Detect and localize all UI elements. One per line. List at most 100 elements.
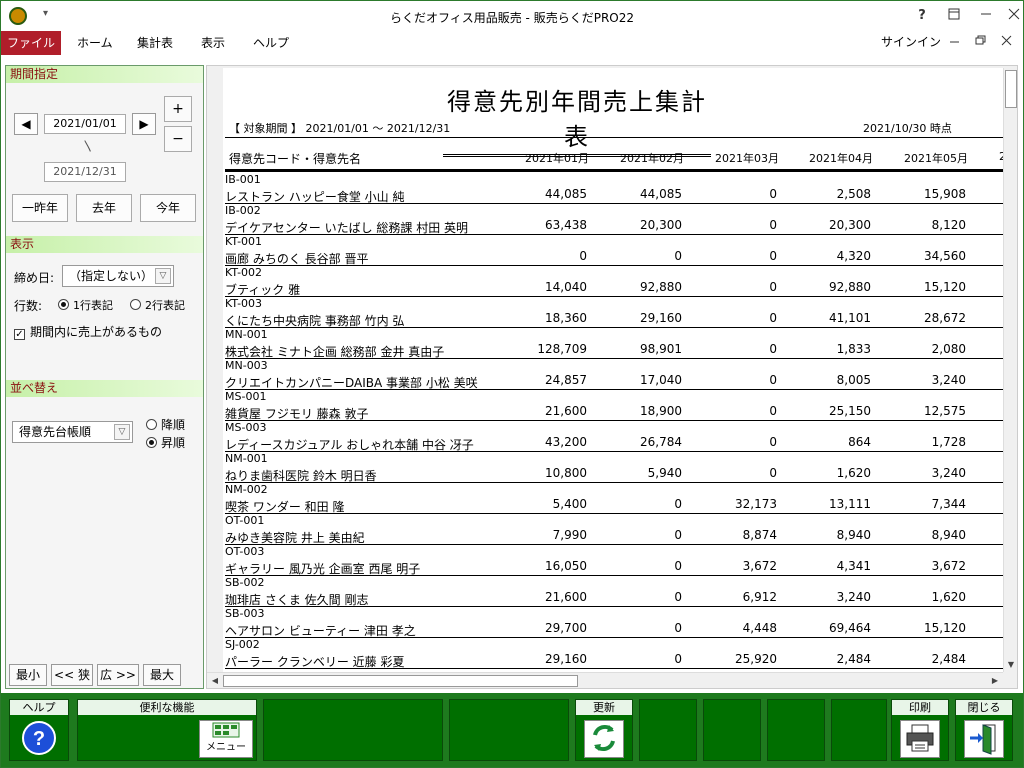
horizontal-scrollbar[interactable]: ◀ ▶ (207, 672, 1003, 688)
help-question-button[interactable]: ? (909, 5, 935, 27)
minimize-window-icon[interactable] (973, 5, 999, 27)
child-restore-icon[interactable] (975, 33, 987, 50)
zoom-wide-button[interactable]: 広 >> (97, 664, 139, 686)
close-window-icon[interactable] (1001, 5, 1023, 27)
zoom-max-button[interactable]: 最大 (143, 664, 181, 686)
monthly-sales-cell: 92,880 (829, 280, 871, 294)
monthly-sales-cell: 5,400 (552, 497, 587, 511)
ascending-radio[interactable]: 昇順 (146, 434, 185, 451)
monthly-sales-cell: 44,085 (640, 187, 682, 201)
row-count-label: 行数: (14, 299, 43, 313)
closing-day-select[interactable]: （指定しない） ▽ (62, 265, 174, 287)
customer-code: MS-003 (225, 421, 267, 434)
help-function-button[interactable]: ヘルプ ? (9, 699, 69, 761)
monthly-sales-cell: 43,200 (545, 435, 587, 449)
closing-day-label: 締め日: (14, 271, 55, 285)
table-row: KT-003 くにたち中央病院 事務部 竹内 弘 18,360 29,160 0 41,1… (225, 297, 1003, 328)
monthly-sales-cell: 15,120 (924, 280, 966, 294)
minus-button[interactable]: − (164, 126, 192, 152)
table-row: MN-003 クリエイトカンパニーDAIBA 事業部 小松 美咲 24,857 17,… (225, 359, 1003, 390)
monthly-sales-cell: 0 (769, 373, 777, 387)
monthly-sales-cell: 34,560 (924, 249, 966, 263)
monthly-sales-cell: 3,672 (742, 559, 777, 573)
closing-day-value: （指定しない） (69, 269, 154, 283)
this-year-button[interactable]: 今年 (140, 194, 196, 222)
date-to-field[interactable]: 2021/12/31 (44, 162, 126, 182)
tools-function-button[interactable]: 便利な機能 メニュー (77, 699, 257, 761)
sort-order-value: 得意先台帳順 (19, 425, 92, 439)
monthly-sales-cell: 0 (674, 590, 682, 604)
print-function-button[interactable]: 印刷 (891, 699, 949, 761)
customer-name: クリエイトカンパニーDAIBA 事業部 小松 美咲 (225, 376, 478, 390)
vertical-scroll-thumb[interactable] (1005, 70, 1017, 108)
refresh-icon (584, 720, 624, 758)
customer-code: MN-001 (225, 328, 268, 341)
function-key-bar: ヘルプ ? 便利な機能 メニュー 更新 印刷 閉じる (1, 693, 1023, 767)
refresh-function-button[interactable]: 更新 (575, 699, 633, 761)
monthly-sales-cell: 7,344 (931, 497, 966, 511)
chevron-down-icon: ▽ (114, 424, 130, 440)
monthly-sales-cell: 1,620 (931, 590, 966, 604)
zoom-narrow-button[interactable]: << 狭 (51, 664, 93, 686)
monthly-sales-cell: 0 (674, 249, 682, 263)
scroll-right-arrow-icon[interactable]: ▶ (988, 674, 1002, 688)
monthly-sales-cell: 29,160 (545, 652, 587, 666)
monthly-sales-cell: 0 (769, 249, 777, 263)
next-period-button[interactable]: ▶ (132, 113, 156, 135)
zoom-min-button[interactable]: 最小 (9, 664, 47, 686)
monthly-sales-cell: 0 (674, 652, 682, 666)
scroll-left-arrow-icon[interactable]: ◀ (208, 674, 222, 688)
two-line-radio[interactable]: 2行表記 (130, 297, 185, 313)
monthly-sales-cell: 0 (579, 249, 587, 263)
table-row: KT-001 画廊 みちのく 長谷部 晋平 0 0 0 4,320 34,560 (225, 235, 1003, 266)
exit-door-icon (964, 720, 1004, 758)
monthly-sales-cell: 8,940 (836, 528, 871, 542)
customer-name: くにたち中央病院 事務部 竹内 弘 (225, 314, 405, 328)
sign-in-link[interactable]: サインイン (881, 31, 941, 53)
empty-function-slot (767, 699, 825, 761)
scroll-down-arrow-icon[interactable]: ▼ (1004, 658, 1018, 672)
report-preview-area: 得意先別年間売上集計表 【 対象期間 】 2021/01/01 ～ 2021/1… (206, 65, 1018, 689)
two-years-ago-button[interactable]: 一昨年 (12, 194, 68, 222)
left-settings-panel: 期間指定 ◀ 2021/01/01 ▶ + − 〵 2021/12/31 一昨年… (5, 65, 204, 689)
period-section-header: 期間指定 (6, 66, 203, 83)
prev-period-button[interactable]: ◀ (14, 113, 38, 135)
two-line-label: 2行表記 (145, 299, 185, 312)
monthly-sales-cell: 3,240 (836, 590, 871, 604)
last-year-button[interactable]: 去年 (76, 194, 132, 222)
monthly-sales-cell: 128,709 (537, 342, 587, 356)
plus-button[interactable]: + (164, 96, 192, 122)
radio-icon (146, 419, 157, 430)
print-caption: 印刷 (892, 700, 948, 715)
date-from-field[interactable]: 2021/01/01 (44, 114, 126, 134)
monthly-sales-cell: 0 (769, 466, 777, 480)
menu-file[interactable]: ファイル (1, 31, 61, 55)
monthly-sales-cell: 0 (769, 435, 777, 449)
refresh-caption: 更新 (576, 700, 632, 715)
ribbon-options-icon[interactable] (941, 5, 967, 27)
table-row: OT-001 みゆき美容院 井上 美由紀 7,990 0 8,874 8,940 8,940 (225, 514, 1003, 545)
monthly-sales-cell: 69,464 (829, 621, 871, 635)
header-month: 2021年02月 (620, 152, 684, 165)
menu-summary[interactable]: 集計表 (123, 31, 187, 55)
customer-code: SB-002 (225, 576, 265, 589)
monthly-sales-cell: 3,672 (931, 559, 966, 573)
menu-view[interactable]: 表示 (187, 31, 239, 55)
sales-in-period-checkbox[interactable]: ✓ 期間内に売上があるもの (14, 323, 162, 340)
menu-home[interactable]: ホーム (63, 31, 127, 55)
table-row: NM-001 ねりま歯科医院 鈴木 明日香 10,800 5,940 0 1,620 3,2… (225, 452, 1003, 483)
child-minimize-icon[interactable] (949, 33, 961, 50)
sort-order-select[interactable]: 得意先台帳順 ▽ (12, 421, 133, 443)
child-close-icon[interactable] (1001, 33, 1013, 50)
monthly-sales-cell: 0 (674, 497, 682, 511)
one-line-radio[interactable]: 1行表記 (58, 297, 113, 313)
close-function-button[interactable]: 閉じる (955, 699, 1013, 761)
monthly-sales-cell: 21,600 (545, 404, 587, 418)
monthly-sales-cell: 0 (674, 559, 682, 573)
vertical-scrollbar[interactable]: ▼ (1003, 68, 1017, 672)
descending-radio[interactable]: 降順 (146, 416, 185, 433)
horizontal-scroll-thumb[interactable] (223, 675, 578, 687)
menu-help[interactable]: ヘルプ (239, 31, 303, 55)
monthly-sales-cell: 16,050 (545, 559, 587, 573)
customer-code: SJ-002 (225, 638, 260, 651)
